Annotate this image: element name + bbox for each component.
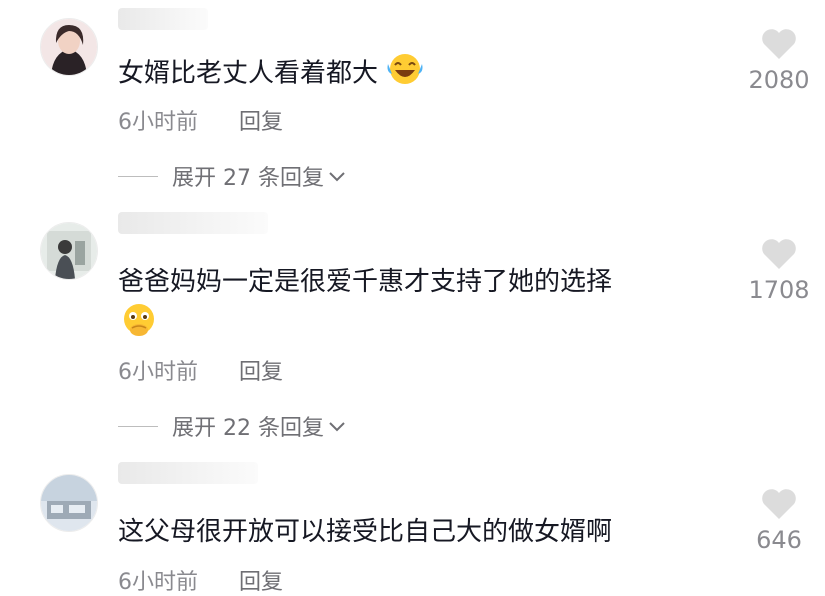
like-count: 1708	[748, 276, 810, 304]
like-count: 646	[756, 526, 802, 554]
comment-text: 爸爸妈妈一定是很爱千惠才支持了她的选择	[118, 267, 613, 297]
avatar[interactable]	[40, 474, 98, 532]
expand-replies-label: 展开 27 条回复	[172, 166, 324, 191]
like-button[interactable]: 1708	[734, 238, 824, 304]
like-button[interactable]: 2080	[734, 28, 824, 94]
timestamp: 6小时前	[118, 110, 198, 135]
expand-replies-label: 展开 22 条回复	[172, 416, 324, 441]
like-button[interactable]: 646	[734, 488, 824, 554]
chevron-down-icon	[328, 164, 346, 189]
comment-text: 这父母很开放可以接受比自己大的做女婿啊	[118, 517, 613, 547]
heart-icon	[761, 489, 797, 524]
reply-button[interactable]: 回复	[239, 570, 283, 595]
expand-replies-button[interactable]: 展开 22 条回复	[118, 410, 346, 442]
laughing-tears-emoji	[386, 52, 424, 96]
comment-meta: 6小时前 回复	[118, 354, 283, 386]
expand-replies-button[interactable]: 展开 27 条回复	[118, 160, 346, 192]
reply-button[interactable]: 回复	[239, 360, 283, 385]
username-blurred[interactable]	[118, 8, 208, 30]
comment-meta: 6小时前 回复	[118, 104, 283, 136]
reply-button[interactable]: 回复	[239, 110, 283, 135]
heart-icon	[761, 239, 797, 274]
like-count: 2080	[748, 66, 810, 94]
avatar[interactable]	[40, 222, 98, 280]
pleading-hands-emoji	[120, 302, 158, 342]
timestamp: 6小时前	[118, 570, 198, 595]
username-blurred[interactable]	[118, 462, 258, 484]
timestamp: 6小时前	[118, 360, 198, 385]
username-blurred[interactable]	[118, 212, 268, 234]
comment-text: 女婿比老丈人看着都大	[118, 52, 424, 96]
chevron-down-icon	[328, 414, 346, 439]
divider	[118, 425, 158, 427]
comment-meta: 6小时前 回复	[118, 564, 283, 596]
heart-icon	[761, 29, 797, 64]
avatar[interactable]	[40, 18, 98, 76]
divider	[118, 175, 158, 177]
